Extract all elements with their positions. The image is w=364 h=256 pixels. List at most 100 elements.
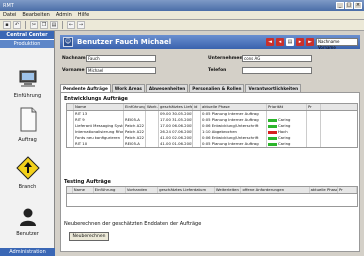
page-title: Benutzer Fauch Michael: [77, 38, 172, 46]
sort-select[interactable]: Nachname Vorname: [316, 38, 358, 50]
column-header[interactable]: geschätztes Lieferdatum: [158, 187, 215, 193]
telefon-field[interactable]: [242, 67, 312, 74]
first-record-icon[interactable]: ◄: [266, 38, 274, 46]
menu-admin[interactable]: Admin: [56, 12, 72, 18]
table-body: RIT 13 09.00 30.05.2005 0:05 Planung Inter…: [67, 111, 357, 147]
column-header[interactable]: Name: [74, 104, 124, 110]
cut-icon[interactable]: ✂: [30, 21, 38, 29]
sidebar-item-label: Auftrag: [18, 137, 37, 143]
sidebar-item-label: Benutzer: [16, 231, 39, 237]
minimize-button[interactable]: _: [336, 2, 344, 9]
unternehmen-field[interactable]: cons AG: [242, 55, 312, 62]
table-cell-id: [193, 141, 201, 147]
column-header[interactable]: Vorhanden: [126, 187, 159, 193]
priority-label: Caring: [278, 117, 291, 122]
computer-icon: [19, 70, 36, 87]
priority-swatch: [268, 113, 277, 116]
maximize-button[interactable]: □: [345, 2, 353, 9]
menu-hilfe[interactable]: Hilfe: [78, 12, 89, 18]
table-row[interactable]: RIT 10 REI05-A 41.00 01.06.2005 0:05 Planun…: [67, 141, 357, 147]
column-header[interactable]: Work...: [146, 104, 159, 110]
priority-label: Hoch: [278, 129, 288, 134]
tab-personalien-rollen[interactable]: Personalien & Rollen: [189, 84, 245, 92]
menu-bearbeiten[interactable]: Bearbeiten: [22, 12, 49, 18]
menu-datei[interactable]: Datei: [3, 12, 16, 18]
column-header[interactable]: Pr: [338, 187, 357, 193]
next-record-icon[interactable]: ▸: [296, 38, 304, 46]
vorname-field[interactable]: Michael: [86, 67, 156, 74]
tab-bar: Pendente Aufträge Work Areas Abwesenheit…: [60, 84, 360, 92]
sidebar-header[interactable]: Central Center: [0, 31, 54, 40]
table-header: Name Einführung Work... geschätztes Lief…: [67, 104, 357, 111]
window-title: RMT: [3, 2, 14, 9]
save-icon[interactable]: ▪: [3, 21, 11, 29]
prev-record-icon[interactable]: ◂: [276, 38, 284, 46]
last-record-icon[interactable]: ►: [306, 38, 314, 46]
back-icon[interactable]: ←: [67, 21, 75, 29]
nachname-field[interactable]: Fauch: [86, 55, 156, 62]
list-view-icon[interactable]: ▤: [286, 38, 294, 46]
tab-abwesenheiten[interactable]: Abwesenheiten: [145, 84, 189, 92]
sidebar-item-auftrag[interactable]: Auftrag: [0, 107, 55, 143]
user-badge-icon: ☺: [63, 37, 73, 47]
table-cell-einf: REI05-A: [124, 141, 146, 147]
undo-icon[interactable]: ↶: [13, 21, 21, 29]
priority-label: Caring: [278, 141, 291, 146]
column-header[interactable]: Name: [73, 187, 94, 193]
priority-swatch: [268, 118, 277, 122]
toolbar-separator: [62, 21, 63, 29]
column-header[interactable]: aktuelle Phase: [310, 187, 338, 193]
testing-table: Name Einführung Vorhanden geschätztes Li…: [66, 186, 358, 207]
table-cell-pr: [307, 141, 321, 147]
table-header: Name Einführung Vorhanden geschätztes Li…: [67, 187, 357, 194]
vorname-row: Vorname Michael: [62, 67, 156, 74]
toolbar-separator: [25, 21, 26, 29]
column-header[interactable]: geschätztes Liefe...: [159, 104, 193, 110]
column-header[interactable]: aktuelle Phase: [201, 104, 267, 110]
telefon-label: Telefon: [208, 68, 227, 73]
sidebar-subheader[interactable]: Produktion: [0, 40, 54, 48]
recalc-title: Neuberechnen der geschätzten Enddaten de…: [64, 221, 202, 227]
column-header[interactable]: Einführung: [124, 104, 146, 110]
column-header[interactable]: offene Anforderungen: [241, 187, 310, 193]
table-cell-phase: 0:05 Planung Interner Auftrag: [201, 141, 267, 147]
priority-label: Caring: [278, 123, 291, 128]
entwicklung-table: Name Einführung Work... geschätztes Lief…: [66, 103, 358, 148]
column-header[interactable]: [67, 104, 74, 110]
sidebar-footer[interactable]: Administration: [0, 248, 55, 256]
unternehmen-row: Unternehmen cons AG: [208, 55, 312, 62]
table-cell-name: RIT 10: [74, 141, 124, 147]
table-body: [67, 194, 357, 206]
column-header[interactable]: Pr: [307, 104, 321, 110]
toolbar: ▪ ↶ ✂ ❐ ▤ ← →: [0, 20, 364, 31]
tab-verantwortlichkeiten[interactable]: Verantwortlichkeiten: [245, 84, 302, 92]
column-header[interactable]: id: [193, 104, 201, 110]
nachname-row: Nachname Fauch: [62, 55, 156, 62]
sidebar-item-benutzer[interactable]: Benutzer: [0, 207, 55, 237]
table-cell-work: [146, 141, 159, 147]
user-icon: [19, 208, 36, 226]
entwicklung-title: Entwicklungs Aufträge: [64, 96, 128, 102]
paste-icon[interactable]: ▤: [50, 21, 58, 29]
forward-icon[interactable]: →: [77, 21, 85, 29]
close-button[interactable]: ×: [354, 2, 362, 9]
column-header[interactable]: Priorität: [267, 104, 307, 110]
testing-title: Testing Aufträge: [64, 179, 111, 185]
recalc-button[interactable]: Neuberechnen: [69, 232, 109, 241]
table-cell-icon: [67, 141, 74, 147]
record-header: ☺ Benutzer Fauch Michael ◄ ◂ ▤ ▸ ► Nachn…: [60, 35, 360, 50]
sign-icon: [15, 156, 40, 180]
sidebar-item-einfuehrung[interactable]: Einführung: [0, 69, 55, 99]
document-icon: [20, 107, 36, 132]
copy-icon[interactable]: ❐: [40, 21, 48, 29]
column-header[interactable]: Weiterleiten: [215, 187, 242, 193]
priority-swatch: [268, 130, 277, 134]
column-header[interactable]: Einführung: [94, 187, 126, 193]
priority-label: Caring: [278, 135, 291, 140]
menu-bar: Datei Bearbeiten Admin Hilfe: [0, 11, 364, 20]
tab-work-areas[interactable]: Work Areas: [111, 84, 145, 92]
main-area: ☺ Benutzer Fauch Michael ◄ ◂ ▤ ▸ ► Nachn…: [58, 31, 364, 256]
sidebar-item-branch[interactable]: Branch: [0, 156, 55, 190]
tab-pendente-auftraege[interactable]: Pendente Aufträge: [60, 84, 111, 92]
table-cell-date: 41.00 01.06.2005: [160, 141, 193, 147]
